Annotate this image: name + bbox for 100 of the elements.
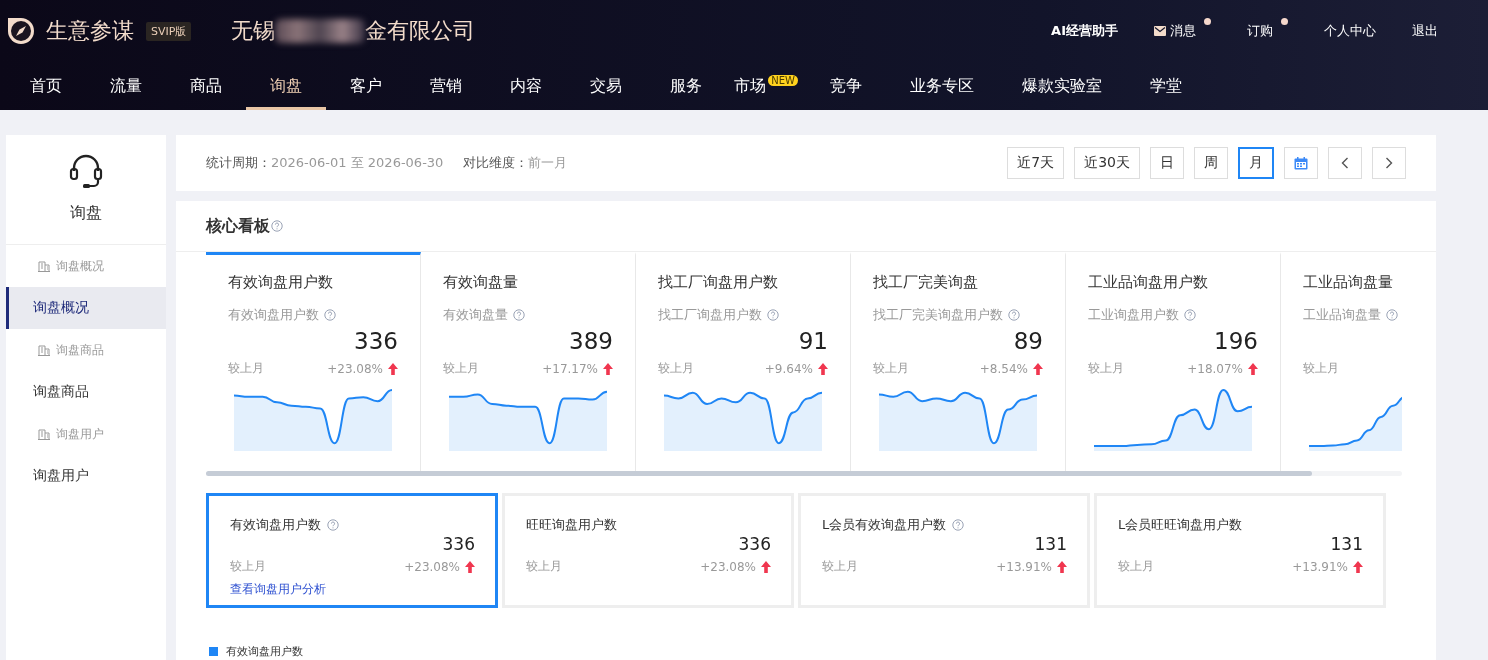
- nav-tab[interactable]: 交易: [566, 62, 646, 110]
- detail-value: 336: [442, 534, 475, 554]
- detail-value: 336: [738, 534, 771, 554]
- metric-title: 有效询盘用户数: [228, 273, 334, 292]
- next-button[interactable]: [1372, 147, 1406, 179]
- metric-card[interactable]: 有效询盘量 有效询盘量 389 较上月 +17.17%: [421, 252, 636, 471]
- header-link[interactable]: 退出: [1412, 22, 1438, 40]
- detail-title: L会员有效询盘用户数: [822, 516, 947, 534]
- period-value: 2026-06-01 至 2026-06-30: [271, 154, 444, 172]
- nav-tab[interactable]: 商品: [166, 62, 246, 110]
- sidebar-item[interactable]: 询盘用户: [6, 455, 166, 497]
- help-icon[interactable]: [324, 309, 336, 321]
- sidebar-title: 询盘: [70, 203, 102, 224]
- nav-tab[interactable]: 营销: [406, 62, 486, 110]
- new-badge: NEW: [768, 74, 798, 86]
- header-link[interactable]: 消息: [1154, 22, 1211, 40]
- chevron-right-icon: [1385, 157, 1393, 169]
- brand-name: 生意参谋: [46, 17, 134, 45]
- header-link[interactable]: 订购: [1247, 22, 1288, 40]
- edition-badge: SVIP版: [146, 21, 192, 41]
- detail-value: 131: [1330, 534, 1363, 554]
- help-icon[interactable]: [1008, 309, 1020, 321]
- detail-card[interactable]: 有效询盘用户数 336 较上月 +23.08% 查看询盘用户分析: [206, 493, 498, 608]
- compare-label: 较上月: [230, 558, 266, 575]
- detail-card[interactable]: L会员有效询盘用户数 131 较上月 +13.91%: [798, 493, 1090, 608]
- nav-tab[interactable]: 内容: [486, 62, 566, 110]
- nav-tab[interactable]: 学堂: [1126, 62, 1206, 110]
- nav-tab[interactable]: 爆款实验室: [998, 62, 1126, 110]
- period-button[interactable]: 近30天: [1074, 147, 1140, 179]
- help-icon[interactable]: [1184, 309, 1196, 321]
- metric-value: 89: [1013, 328, 1043, 354]
- compare-label: 较上月: [1088, 360, 1124, 377]
- mail-icon: [1154, 26, 1166, 36]
- compare-label: 较上月: [873, 360, 909, 377]
- help-icon[interactable]: [1386, 309, 1398, 321]
- prev-button[interactable]: [1328, 147, 1362, 179]
- up-arrow-icon: [1248, 362, 1258, 375]
- nav-tab[interactable]: 询盘: [246, 62, 326, 110]
- chevron-left-icon: [1341, 157, 1349, 169]
- metric-subtitle: 找工厂完美询盘用户数: [873, 306, 1003, 324]
- nav-tab[interactable]: 流量: [86, 62, 166, 110]
- metric-card[interactable]: 工业品询盘量 工业品询盘量 较上月: [1281, 252, 1402, 471]
- nav-tab[interactable]: 竞争: [806, 62, 886, 110]
- change-percent: +13.91%: [996, 559, 1052, 574]
- detail-card[interactable]: 旺旺询盘用户数 336 较上月 +23.08%: [502, 493, 794, 608]
- up-arrow-icon: [388, 362, 398, 375]
- nav-tab[interactable]: 市场 NEW: [726, 62, 806, 110]
- compare-label: 较上月: [822, 558, 858, 575]
- metric-card[interactable]: 工业品询盘用户数 工业询盘用户数 196 较上月 +18.07%: [1066, 252, 1281, 471]
- metric-subtitle: 有效询盘量: [443, 306, 508, 324]
- change-percent: +8.54%: [979, 361, 1028, 376]
- period-button[interactable]: 月: [1238, 147, 1274, 179]
- metric-value: 196: [1214, 328, 1258, 354]
- metric-value: 336: [354, 328, 398, 354]
- detail-card[interactable]: L会员旺旺询盘用户数 131 较上月 +13.91%: [1094, 493, 1386, 608]
- detail-value: 131: [1034, 534, 1067, 554]
- change-percent: +23.08%: [700, 559, 756, 574]
- change-percent: +13.91%: [1292, 559, 1348, 574]
- company-name: 无锡: [231, 17, 276, 45]
- metric-value: 91: [798, 328, 828, 354]
- help-icon[interactable]: [513, 309, 525, 321]
- metric-subtitle: 有效询盘用户数: [228, 306, 319, 324]
- help-icon[interactable]: [327, 519, 339, 531]
- sidebar-item[interactable]: 询盘商品: [6, 371, 166, 413]
- nav-tab[interactable]: 客户: [326, 62, 406, 110]
- nav-tab[interactable]: 服务: [646, 62, 726, 110]
- change-percent: +23.08%: [327, 361, 383, 376]
- metric-card[interactable]: 有效询盘用户数 有效询盘用户数 336 较上月 +23.08%: [206, 252, 421, 471]
- analysis-link[interactable]: 查看询盘用户分析: [230, 581, 326, 598]
- up-arrow-icon: [603, 362, 613, 375]
- metric-title: 工业品询盘量: [1303, 273, 1394, 292]
- compare-label: 较上月: [658, 360, 694, 377]
- scrollbar-thumb[interactable]: [206, 471, 1312, 476]
- calendar-icon: [1294, 156, 1308, 170]
- help-icon[interactable]: [952, 519, 965, 531]
- up-arrow-icon: [1033, 362, 1043, 375]
- metric-subtitle: 找工厂询盘用户数: [658, 306, 762, 324]
- compare-label: 较上月: [526, 558, 562, 575]
- change-percent: +18.07%: [1187, 361, 1243, 376]
- help-icon[interactable]: [767, 309, 779, 321]
- nav-tab[interactable]: 首页: [6, 62, 86, 110]
- period-button[interactable]: 近7天: [1007, 147, 1065, 179]
- metric-card[interactable]: 找工厂询盘用户数 找工厂询盘用户数 91 较上月 +9.64%: [636, 252, 851, 471]
- period-button[interactable]: 日: [1150, 147, 1184, 179]
- calendar-button[interactable]: [1284, 147, 1318, 179]
- legend-label: 有效询盘用户数: [226, 644, 303, 659]
- up-arrow-icon: [465, 560, 475, 573]
- sidebar-item[interactable]: 询盘概况: [6, 287, 166, 329]
- metric-title: 有效询盘量: [443, 273, 519, 292]
- header-link[interactable]: 个人中心: [1324, 22, 1376, 40]
- notification-dot: [1281, 18, 1288, 25]
- up-arrow-icon: [761, 560, 771, 573]
- building-icon: [38, 344, 50, 356]
- compare-label: 较上月: [228, 360, 264, 377]
- header-link[interactable]: AI经营助手: [1051, 22, 1118, 40]
- nav-tab[interactable]: 业务专区: [886, 62, 998, 110]
- metric-card[interactable]: 找工厂完美询盘 找工厂完美询盘用户数 89 较上月 +8.54%: [851, 252, 1066, 471]
- period-label: 统计周期：: [206, 154, 271, 172]
- help-icon[interactable]: [271, 220, 283, 232]
- period-button[interactable]: 周: [1194, 147, 1228, 179]
